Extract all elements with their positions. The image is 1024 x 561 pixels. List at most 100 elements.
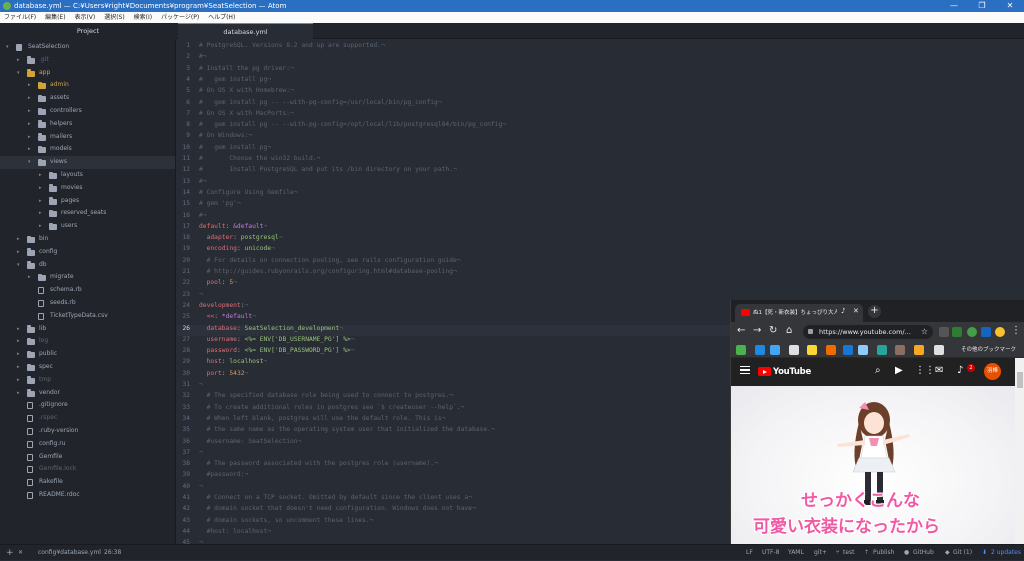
tree-folder[interactable]: ▸ tmp bbox=[0, 374, 175, 387]
tree-file[interactable]: .gitignore bbox=[0, 399, 175, 412]
new-tab-button[interactable]: + bbox=[868, 305, 881, 318]
bookmark-star-icon[interactable]: ☆ bbox=[921, 325, 928, 339]
add-icon[interactable]: + bbox=[6, 545, 14, 561]
line-number[interactable]: 6 bbox=[177, 99, 190, 106]
chrome-menu-icon[interactable]: ⋮ bbox=[1011, 325, 1021, 336]
code-line[interactable]: # Connect on a TCP socket. Omitted by de… bbox=[199, 494, 472, 501]
code-line[interactable]: # gem install pg¬ bbox=[199, 144, 271, 151]
chevron-down-icon[interactable]: ▾ bbox=[17, 259, 23, 272]
tree-folder[interactable]: ▸ models bbox=[0, 143, 175, 156]
tree-folder[interactable]: ▾ app bbox=[0, 67, 175, 80]
code-line[interactable]: host: localhost¬ bbox=[199, 358, 268, 365]
tree-folder[interactable]: ▸ bin bbox=[0, 233, 175, 246]
code-line[interactable]: ¬ bbox=[199, 381, 203, 388]
tree-file[interactable]: Gemfile.lock bbox=[0, 463, 175, 476]
line-number[interactable]: 7 bbox=[177, 110, 190, 117]
reload-icon[interactable]: ↻ bbox=[769, 325, 777, 336]
code-line[interactable]: #¬ bbox=[199, 212, 207, 219]
line-number[interactable]: 3 bbox=[177, 65, 190, 72]
code-line[interactable]: ¬ bbox=[199, 291, 203, 298]
code-line[interactable]: # On Windows:¬ bbox=[199, 132, 252, 139]
bookmark-favicon-icon[interactable] bbox=[736, 345, 746, 355]
extension-icon[interactable] bbox=[952, 327, 962, 337]
line-number[interactable]: 32 bbox=[177, 392, 190, 399]
status-test[interactable]: test bbox=[843, 545, 855, 561]
code-line[interactable]: # domain socket that doesn't need config… bbox=[199, 505, 476, 512]
tree-folder[interactable]: ▸ vendor bbox=[0, 387, 175, 400]
bookmark-favicon-icon[interactable] bbox=[826, 345, 836, 355]
code-line[interactable]: # The specified database role being used… bbox=[199, 392, 453, 399]
tree-folder[interactable]: ▸ lib bbox=[0, 323, 175, 336]
line-number[interactable]: 29 bbox=[177, 358, 190, 365]
tree-file[interactable]: README.rdoc bbox=[0, 489, 175, 502]
chevron-right-icon[interactable]: ▸ bbox=[28, 92, 34, 105]
other-bookmarks-folder[interactable]: その他のブックマーク bbox=[961, 342, 1016, 358]
chevron-right-icon[interactable]: ▸ bbox=[39, 207, 45, 220]
status-file-path[interactable]: config¥database.yml bbox=[38, 545, 101, 561]
create-video-icon[interactable]: ▶ bbox=[895, 365, 903, 376]
bookmark-favicon-icon[interactable] bbox=[770, 345, 780, 355]
avatar[interactable]: 羽棒 bbox=[984, 363, 1001, 380]
line-number[interactable]: 33 bbox=[177, 404, 190, 411]
tab-audio-icon[interactable]: ♪ bbox=[841, 307, 845, 315]
line-number[interactable]: 23 bbox=[177, 291, 190, 298]
code-line[interactable]: # The password associated with the postg… bbox=[199, 460, 438, 467]
line-number[interactable]: 39 bbox=[177, 471, 190, 478]
tab-database-yml[interactable]: database.yml bbox=[178, 23, 313, 39]
line-number[interactable]: 19 bbox=[177, 245, 190, 252]
menu-edit[interactable]: 編集(E) bbox=[45, 14, 65, 21]
code-line[interactable]: # On OS X with MacPorts:¬ bbox=[199, 110, 294, 117]
tree-folder[interactable]: ▸ helpers bbox=[0, 118, 175, 131]
bookmark-favicon-icon[interactable] bbox=[895, 345, 905, 355]
line-number[interactable]: 43 bbox=[177, 517, 190, 524]
menu-packages[interactable]: パッケージ(P) bbox=[161, 14, 199, 21]
back-icon[interactable]: ← bbox=[737, 325, 745, 336]
code-line[interactable]: # Install PostgreSQL and put its /bin di… bbox=[199, 166, 457, 173]
bookmark-favicon-icon[interactable] bbox=[843, 345, 853, 355]
code-line[interactable]: # gem install pg -- --with-pg-config=/us… bbox=[199, 99, 442, 106]
status-git[interactable]: Git (1) bbox=[953, 545, 972, 561]
code-line[interactable]: #password:¬ bbox=[199, 471, 249, 478]
bookmark-favicon-icon[interactable] bbox=[858, 345, 868, 355]
code-line[interactable]: # the same name as the operating system … bbox=[199, 426, 495, 433]
chevron-down-icon[interactable]: ▾ bbox=[6, 41, 12, 54]
line-number[interactable]: 9 bbox=[177, 132, 190, 139]
line-number[interactable]: 34 bbox=[177, 415, 190, 422]
code-line[interactable]: # On OS X with Homebrew:¬ bbox=[199, 87, 294, 94]
line-number[interactable]: 20 bbox=[177, 257, 190, 264]
tree-folder[interactable]: ▸ layouts bbox=[0, 169, 175, 182]
messages-icon[interactable]: ✉ bbox=[935, 365, 943, 376]
chevron-right-icon[interactable]: ▸ bbox=[39, 182, 45, 195]
code-line[interactable]: ¬ bbox=[199, 483, 203, 490]
forward-icon[interactable]: → bbox=[753, 325, 761, 336]
chevron-down-icon[interactable]: ▾ bbox=[28, 156, 34, 169]
line-number[interactable]: 25 bbox=[177, 313, 190, 320]
code-line[interactable]: username: <%= ENV['DB_USERNAME_PG'] %>¬ bbox=[199, 336, 355, 343]
menu-help[interactable]: ヘルプ(H) bbox=[208, 14, 235, 21]
chevron-right-icon[interactable]: ▸ bbox=[28, 143, 34, 156]
bookmark-favicon-icon[interactable] bbox=[807, 345, 817, 355]
line-number[interactable]: 21 bbox=[177, 268, 190, 275]
code-line[interactable]: #host: localhost¬ bbox=[199, 528, 271, 535]
youtube-logo-icon[interactable] bbox=[758, 367, 771, 376]
minimize-button[interactable]: — bbox=[940, 0, 968, 12]
line-number[interactable]: 27 bbox=[177, 336, 190, 343]
tree-folder[interactable]: ▸ pages bbox=[0, 195, 175, 208]
youtube-logo-text[interactable]: YouTube bbox=[773, 358, 811, 386]
close-icon[interactable]: ✕ bbox=[18, 545, 23, 561]
code-line[interactable]: #username: SeatSelection¬ bbox=[199, 438, 302, 445]
code-line[interactable]: password: <%= ENV['DB_PASSWORD_PG'] %>¬ bbox=[199, 347, 355, 354]
code-line[interactable]: # PostgreSQL. Versions 8.2 and up are su… bbox=[199, 42, 385, 49]
code-line[interactable]: # When left blank, postgres will use the… bbox=[199, 415, 446, 422]
code-line[interactable]: adapter: postgresql¬ bbox=[199, 234, 283, 241]
chevron-right-icon[interactable]: ▸ bbox=[17, 361, 23, 374]
line-number[interactable]: 30 bbox=[177, 370, 190, 377]
code-line[interactable]: encoding: unicode¬ bbox=[199, 245, 275, 252]
tree-file[interactable]: schema.rb bbox=[0, 284, 175, 297]
tree-folder[interactable]: ▸ log bbox=[0, 335, 175, 348]
tree-folder[interactable]: ▸ assets bbox=[0, 92, 175, 105]
tree-file[interactable]: Rakefile bbox=[0, 476, 175, 489]
extension-icon[interactable] bbox=[967, 327, 977, 337]
status-updates[interactable]: 2 updates bbox=[991, 545, 1021, 561]
apps-grid-icon[interactable]: ⋮⋮ bbox=[915, 365, 935, 376]
